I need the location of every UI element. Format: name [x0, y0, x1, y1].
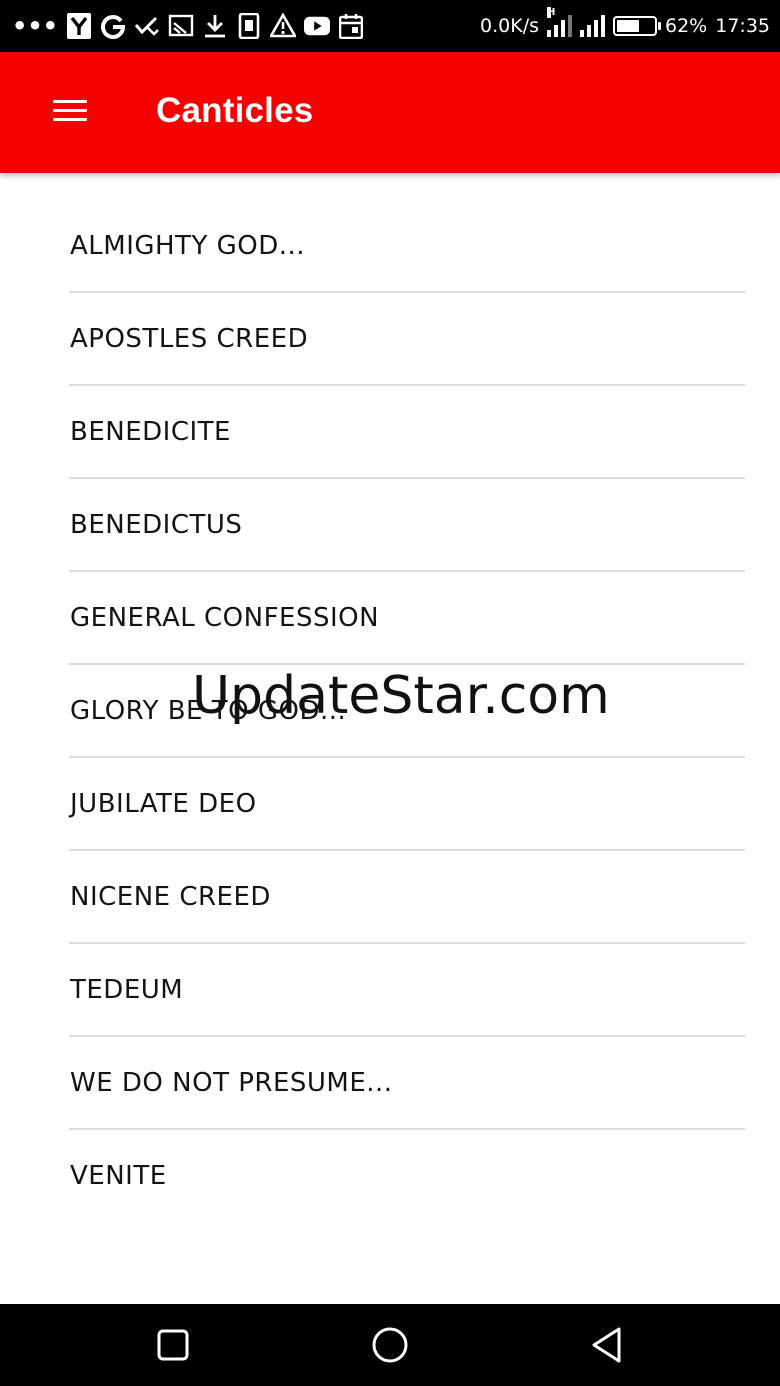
more-dots-icon: •••: [12, 12, 59, 40]
list-item[interactable]: TEDEUM: [0, 944, 780, 1037]
signal-strength-icon: H: [547, 7, 572, 37]
list-item[interactable]: BENEDICITE: [0, 386, 780, 479]
list-item-label: APOSTLES CREED: [70, 324, 309, 354]
list-item-label: GLORY BE TO GOD...: [70, 696, 347, 726]
list-item-label: VENITE: [70, 1161, 167, 1191]
list-item[interactable]: JUBILATE DEO: [0, 758, 780, 851]
warning-icon: [270, 12, 297, 40]
battery-percent: 62%: [665, 15, 708, 37]
youtube-icon: [304, 12, 331, 40]
notification-icons: •••: [12, 10, 364, 42]
list-item-label: TEDEUM: [70, 975, 184, 1005]
recent-apps-button[interactable]: [149, 1321, 197, 1369]
network-type: H: [547, 7, 556, 18]
list-item-label: NICENE CREED: [70, 882, 271, 912]
home-icon: [372, 1327, 408, 1363]
hamburger-menu-icon: [53, 100, 87, 122]
canticle-list: ALMIGHTY GOD... APOSTLES CREED BENEDICITE B…: [0, 200, 780, 1223]
list-item[interactable]: ALMIGHTY GOD...: [0, 200, 780, 293]
clock: 17:35: [715, 15, 770, 37]
back-button[interactable]: [583, 1321, 631, 1369]
battery-icon: [613, 16, 661, 36]
list-item[interactable]: GENERAL CONFESSION: [0, 572, 780, 665]
back-icon: [592, 1327, 621, 1363]
check-download-icon: [134, 12, 160, 40]
list-item-label: BENEDICTUS: [70, 510, 243, 540]
download-icon: [202, 12, 228, 40]
list-item[interactable]: BENEDICTUS: [0, 479, 780, 572]
navigation-bar: [0, 1304, 780, 1386]
app-bar: Canticles: [0, 52, 780, 173]
list-item-label: GENERAL CONFESSION: [70, 603, 380, 633]
menu-button[interactable]: [42, 83, 98, 139]
yahoo-icon: [66, 12, 92, 40]
network-speed: 0.0K/s: [480, 15, 539, 37]
calendar-icon: [338, 12, 364, 40]
status-bar: ••• 0.0K/s H 62% 17:35: [0, 0, 780, 52]
list-item-label: ALMIGHTY GOD...: [70, 231, 306, 261]
list-item[interactable]: VENITE: [0, 1130, 780, 1223]
recent-apps-icon: [157, 1329, 189, 1361]
google-icon: [100, 12, 126, 40]
signal-strength-icon-2: [580, 15, 605, 37]
list-item[interactable]: APOSTLES CREED: [0, 293, 780, 386]
cast-icon: [168, 12, 194, 40]
system-status: 0.0K/s H 62% 17:35: [480, 7, 770, 42]
list-item[interactable]: NICENE CREED: [0, 851, 780, 944]
home-button[interactable]: [366, 1321, 414, 1369]
sim-card-icon: [236, 12, 262, 40]
battery-level: [617, 20, 639, 32]
list-item-label: BENEDICITE: [70, 417, 231, 447]
list-item[interactable]: GLORY BE TO GOD...: [0, 665, 780, 758]
list-item-label: WE DO NOT PRESUME...: [70, 1068, 393, 1098]
list-item-label: JUBILATE DEO: [70, 789, 257, 819]
page-title: Canticles: [156, 91, 314, 130]
list-item[interactable]: WE DO NOT PRESUME...: [0, 1037, 780, 1130]
